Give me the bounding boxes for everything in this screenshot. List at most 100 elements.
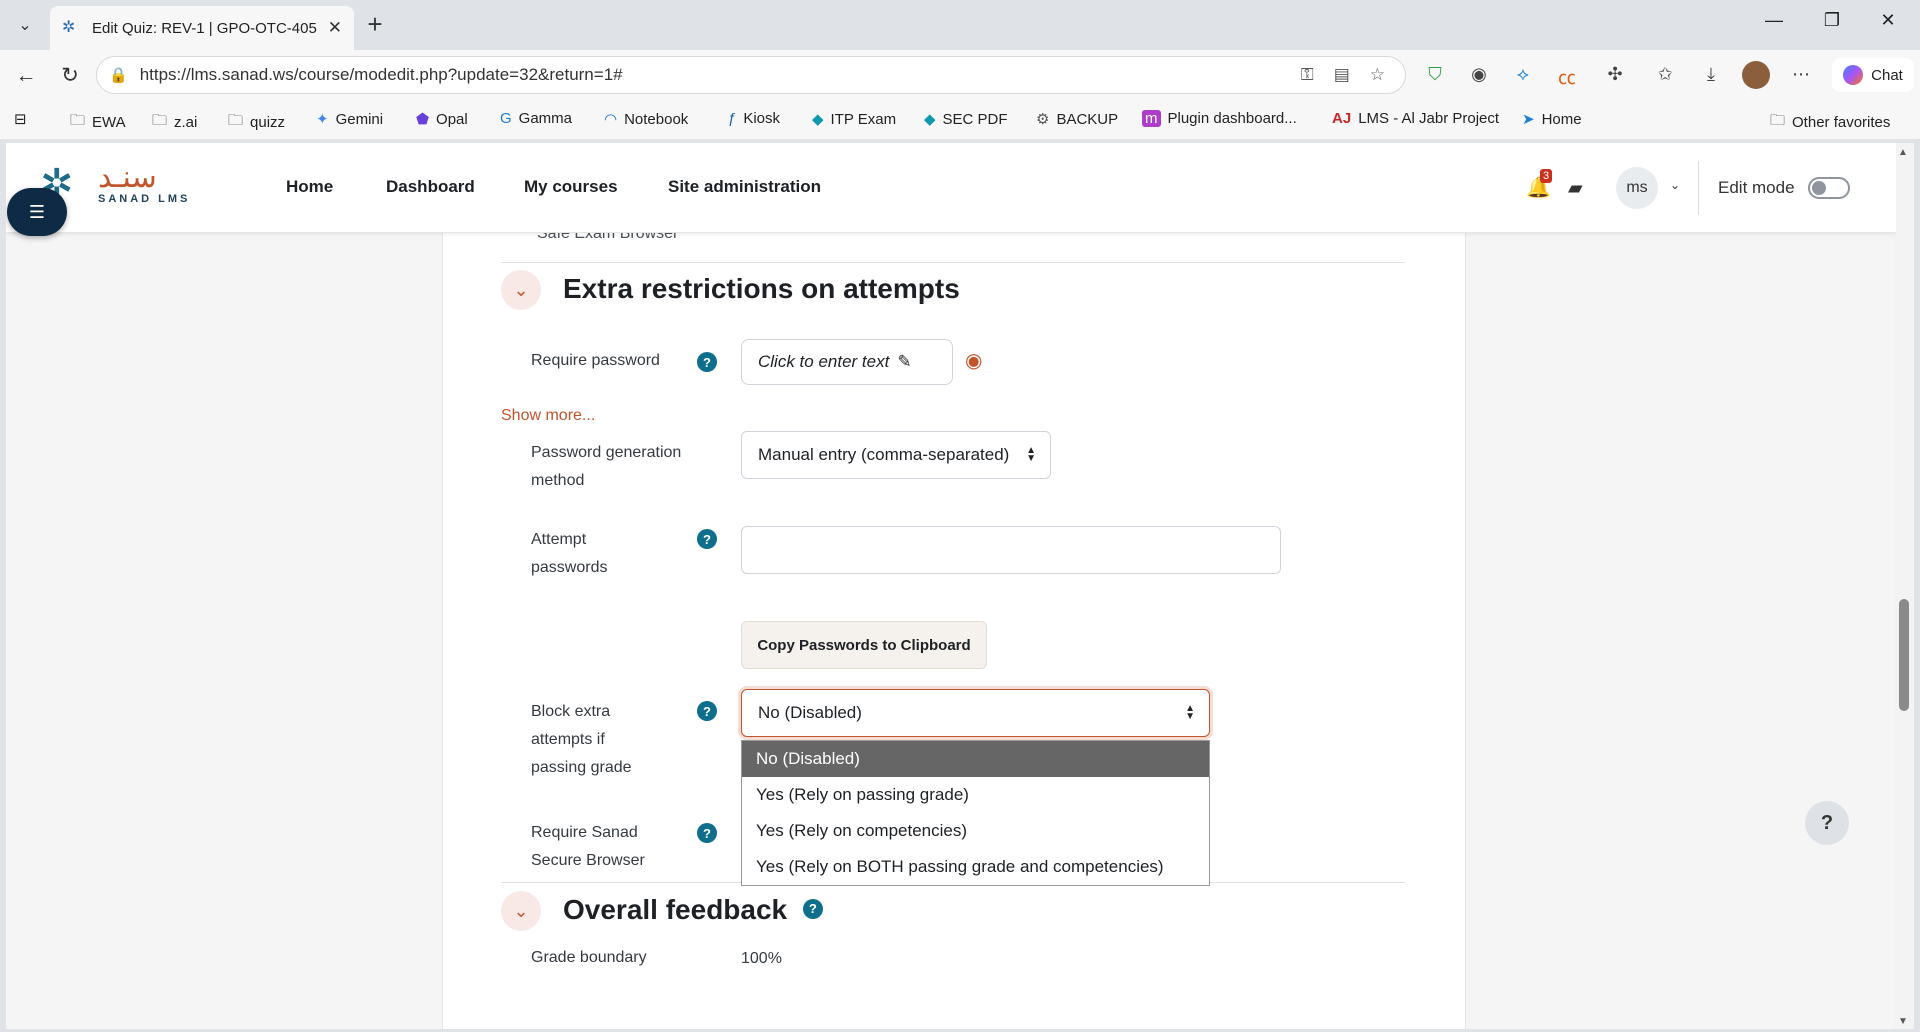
close-window-icon[interactable]: ✕	[1868, 10, 1908, 31]
notifications-bell-icon[interactable]: 🔔 3	[1526, 169, 1553, 200]
bookmark-link[interactable]: ⚙ BACKUP	[1036, 110, 1118, 129]
show-more-link[interactable]: Show more...	[501, 407, 595, 425]
profile-avatar-icon[interactable]	[1742, 61, 1770, 89]
select-arrows-icon: ▲ ▼	[1026, 445, 1036, 464]
page-help-button[interactable]: ?	[1805, 801, 1849, 845]
bookmark-folder[interactable]: 🗀 EWA	[70, 110, 126, 135]
copilot-icon	[1843, 65, 1864, 85]
bookmark-link[interactable]: ◆ ITP Exam	[812, 110, 896, 129]
scroll-up-icon[interactable]: ▲	[1898, 147, 1908, 158]
camera-extension-icon[interactable]: ◉	[1466, 64, 1492, 85]
help-icon[interactable]: ?	[697, 352, 717, 372]
section-title-extra-restrictions[interactable]: Extra restrictions on attempts	[563, 273, 960, 305]
block-extra-attempts-select[interactable]: No (Disabled) ▲ ▼	[741, 689, 1210, 737]
moodle-icon: m	[1142, 110, 1161, 127]
copy-passwords-button[interactable]: Copy Passwords to Clipboard	[741, 621, 987, 669]
user-avatar[interactable]: ms	[1616, 167, 1658, 209]
course-index-drawer-button[interactable]: ☰	[7, 188, 67, 236]
browser-tab-active[interactable]: ✲ Edit Quiz: REV-1 | GPO-OTC-405 | S ✕	[50, 6, 354, 50]
password-generation-method-label: Password generation method	[531, 444, 682, 489]
minimize-icon[interactable]: —	[1754, 10, 1794, 31]
tab-list-chevron-icon[interactable]: ⌄	[10, 12, 40, 38]
restore-icon[interactable]: ❐	[1812, 10, 1852, 31]
main-content: Safe Exam Browser ⌄ Extra restrictions o…	[442, 225, 1466, 1029]
scrollbar-thumb[interactable]	[1899, 599, 1909, 711]
more-menu-icon[interactable]: ⋯	[1788, 64, 1814, 85]
bookmark-link[interactable]: ⬟ Opal	[416, 110, 468, 129]
bookmark-link[interactable]: m Plugin dashboard...	[1142, 110, 1297, 127]
notebook-icon: ◠	[604, 111, 618, 128]
edit-mode-label: Edit mode	[1718, 178, 1795, 197]
require-password-inplace-editable[interactable]: Click to enter text ✎	[741, 339, 953, 385]
folder-icon: 🗀	[70, 112, 86, 129]
bookmark-link[interactable]: ƒ Kiosk	[728, 110, 780, 127]
key-icon[interactable]: ⚿	[1301, 65, 1314, 85]
bookmark-link[interactable]: AJ LMS - Al Jabr Project	[1332, 110, 1499, 127]
refresh-icon[interactable]: ↻	[56, 62, 84, 90]
select-arrows-icon: ▲ ▼	[1185, 703, 1195, 722]
pencil-icon: ✎	[897, 352, 912, 371]
cc-extension-icon[interactable]: ㏄	[1554, 64, 1580, 90]
require-password-label: Require password	[531, 352, 660, 369]
user-menu-chevron-icon[interactable]: ⌄	[1670, 178, 1680, 192]
bookmark-folder[interactable]: 🗀 quizz	[228, 110, 285, 135]
other-favorites[interactable]: 🗀 Other favorites	[1770, 110, 1890, 135]
nav-home[interactable]: Home	[286, 177, 333, 197]
scroll-down-icon[interactable]: ▼	[1898, 1016, 1908, 1027]
shield-extension-icon[interactable]: ⛉	[1422, 64, 1448, 85]
url-text[interactable]: https://lms.sanad.ws/course/modedit.php?…	[140, 65, 1301, 85]
bookmark-link[interactable]: G Gamma	[500, 110, 572, 127]
help-icon[interactable]: ?	[697, 529, 717, 549]
tab-title: Edit Quiz: REV-1 | GPO-OTC-405 | S	[92, 19, 318, 37]
bookmark-folder[interactable]: 🗀 z.ai	[152, 110, 197, 135]
collapse-chevron-icon[interactable]: ⌄	[501, 270, 541, 310]
back-icon[interactable]: ←	[12, 62, 40, 90]
folder-icon: 🗀	[228, 112, 244, 129]
section-divider	[501, 262, 1405, 263]
close-tab-icon[interactable]: ✕	[328, 18, 342, 38]
itp-icon: ◆	[812, 111, 824, 128]
extension-icon[interactable]: ⟡	[1510, 64, 1536, 85]
nav-my-courses[interactable]: My courses	[524, 177, 618, 197]
bookmark-link[interactable]: ◠ Notebook	[604, 110, 688, 129]
nav-site-administration[interactable]: Site administration	[668, 177, 821, 197]
help-icon[interactable]: ?	[697, 823, 717, 843]
collapse-chevron-icon[interactable]: ⌄	[501, 891, 541, 931]
help-icon[interactable]: ?	[802, 898, 823, 919]
page-scrollbar[interactable]: ▲ ▼	[1894, 143, 1914, 1029]
bookmark-link[interactable]: ◆ SEC PDF	[924, 110, 1008, 129]
grade-boundary-value: 100%	[741, 950, 782, 967]
home-bookmark-icon: ➤	[1522, 111, 1535, 128]
bookmark-link[interactable]: ✦ Gemini	[316, 110, 383, 129]
favorite-star-icon[interactable]: ☆	[1370, 65, 1385, 85]
section-title-overall-feedback[interactable]: Overall feedback ?	[563, 894, 823, 926]
option-competencies[interactable]: Yes (Rely on competencies)	[742, 813, 1209, 849]
reader-mode-icon[interactable]: ▤	[1334, 65, 1350, 85]
password-generation-method-select[interactable]: Manual entry (comma-separated) ▲ ▼	[741, 431, 1051, 479]
navbar-divider	[1698, 161, 1699, 215]
attempt-passwords-label: Attempt passwords	[531, 531, 608, 576]
nav-dashboard[interactable]: Dashboard	[386, 177, 475, 197]
download-icon[interactable]: ⤓	[1698, 64, 1724, 85]
option-both[interactable]: Yes (Rely on BOTH passing grade and comp…	[742, 849, 1209, 885]
browser-toolbar: ← ↻ 🔒 https://lms.sanad.ws/course/modedi…	[0, 50, 1920, 100]
option-passing-grade[interactable]: Yes (Rely on passing grade)	[742, 777, 1209, 813]
kiosk-icon: ƒ	[728, 110, 737, 127]
reveal-password-eye-icon[interactable]: ◉	[965, 348, 982, 373]
option-no-disabled[interactable]: No (Disabled)	[742, 741, 1209, 777]
bookmark-link[interactable]: ➤ Home	[1522, 110, 1582, 129]
attempt-passwords-input[interactable]	[741, 526, 1281, 574]
extensions-puzzle-icon[interactable]: ✣	[1602, 64, 1628, 85]
favorites-icon[interactable]: ✩	[1652, 64, 1678, 85]
messages-icon[interactable]: ▰	[1568, 177, 1583, 200]
address-bar[interactable]: 🔒 https://lms.sanad.ws/course/modedit.ph…	[96, 56, 1406, 94]
bookmarks-menu-icon[interactable]: ⊟	[14, 110, 34, 128]
copilot-chat-button[interactable]: Chat	[1832, 58, 1914, 92]
site-info-icon[interactable]: 🔒	[109, 66, 128, 84]
edit-mode-toggle[interactable]	[1808, 177, 1850, 199]
new-tab-icon[interactable]: +	[362, 11, 388, 38]
block-extra-attempts-options[interactable]: No (Disabled) Yes (Rely on passing grade…	[741, 740, 1210, 886]
logo-english-text: SANAD LMS	[98, 193, 191, 205]
opal-icon: ⬟	[416, 111, 430, 128]
help-icon[interactable]: ?	[697, 701, 717, 721]
